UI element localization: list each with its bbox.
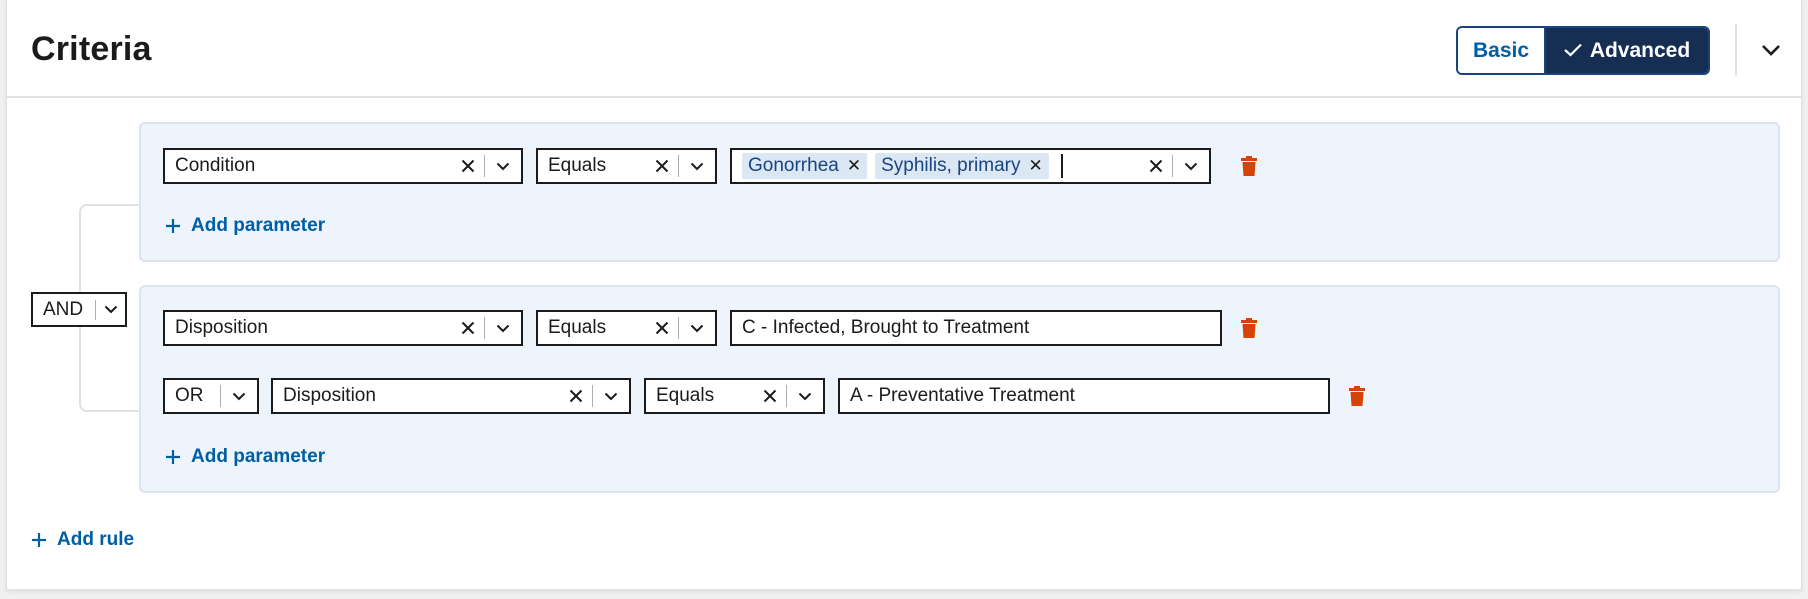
root-operator-select[interactable]: AND: [31, 292, 127, 327]
selected-values: Gonorrhea ✕ Syphilis, primary ✕: [732, 153, 1140, 179]
header-divider: [1735, 24, 1737, 76]
field-select-value: Disposition: [283, 385, 376, 406]
delete-row-button[interactable]: [1241, 156, 1263, 180]
value-input-text: C - Infected, Brought to Treatment: [742, 317, 1030, 338]
chevron-down-icon[interactable]: [679, 324, 715, 333]
field-select-value: Disposition: [175, 317, 268, 338]
trash-icon: [1349, 386, 1365, 406]
advanced-mode-label: Advanced: [1589, 38, 1691, 62]
mode-toggle: Basic Advanced: [1456, 26, 1710, 75]
close-icon[interactable]: [646, 159, 678, 173]
add-rule-button[interactable]: Add rule: [31, 529, 134, 551]
connector-select-value: OR: [175, 385, 204, 406]
operator-select[interactable]: Equals: [536, 310, 717, 346]
delete-row-button[interactable]: [1241, 318, 1263, 342]
value-chip-label: Gonorrhea: [748, 155, 839, 176]
chevron-down-icon[interactable]: [221, 392, 257, 401]
field-select[interactable]: Condition: [163, 148, 523, 184]
value-chip: Gonorrhea ✕: [742, 153, 868, 179]
value-chip-label: Syphilis, primary: [881, 155, 1021, 176]
add-parameter-label: Add parameter: [191, 215, 326, 236]
operator-select[interactable]: Equals: [536, 148, 717, 184]
close-icon[interactable]: [1140, 159, 1172, 173]
collapse-button[interactable]: [1757, 36, 1785, 64]
value-input[interactable]: C - Infected, Brought to Treatment: [730, 310, 1222, 346]
connector-select[interactable]: OR: [163, 378, 259, 414]
value-input[interactable]: A - Preventative Treatment: [838, 378, 1330, 414]
close-icon[interactable]: [754, 389, 786, 403]
operator-select-value: Equals: [548, 317, 607, 338]
close-icon[interactable]: [452, 321, 484, 335]
operator-select[interactable]: Equals: [644, 378, 825, 414]
plus-icon: [166, 450, 180, 464]
rule-group-2: Disposition Equals C - Infected, Brought…: [139, 285, 1780, 493]
rule-group-1: Condition Equals Gonorrhea ✕ Syphilis, p…: [139, 122, 1780, 262]
check-icon: [1564, 39, 1582, 63]
basic-mode-label: Basic: [1472, 38, 1530, 62]
page-title: Criteria: [31, 30, 152, 68]
chevron-down-icon[interactable]: [1173, 162, 1209, 171]
add-rule-label: Add rule: [57, 529, 135, 550]
remove-chip-icon[interactable]: ✕: [847, 156, 861, 176]
field-select[interactable]: Disposition: [163, 310, 523, 346]
basic-mode-button[interactable]: Basic: [1458, 28, 1546, 73]
add-parameter-button[interactable]: Add parameter: [165, 446, 325, 468]
delete-row-button[interactable]: [1349, 386, 1371, 410]
value-multiselect[interactable]: Gonorrhea ✕ Syphilis, primary ✕: [730, 148, 1211, 184]
add-parameter-label: Add parameter: [191, 446, 326, 467]
criteria-card: Criteria Basic Advanced AND Condition Eq…: [6, 0, 1802, 590]
chevron-down-icon[interactable]: [96, 305, 125, 314]
close-icon[interactable]: [452, 159, 484, 173]
operator-select-value: Equals: [548, 155, 607, 176]
value-chip: Syphilis, primary ✕: [875, 153, 1049, 179]
text-cursor[interactable]: [1060, 154, 1063, 178]
criteria-header: Criteria Basic Advanced: [7, 0, 1801, 98]
root-operator-value: AND: [43, 298, 84, 320]
chevron-down-icon[interactable]: [485, 162, 521, 171]
remove-chip-icon[interactable]: ✕: [1028, 156, 1042, 176]
field-select[interactable]: Disposition: [271, 378, 631, 414]
close-icon[interactable]: [560, 389, 592, 403]
value-input-text: A - Preventative Treatment: [850, 385, 1075, 406]
chevron-down-icon[interactable]: [679, 162, 715, 171]
close-icon[interactable]: [646, 321, 678, 335]
field-select-value: Condition: [175, 155, 256, 176]
trash-icon: [1241, 318, 1257, 338]
add-parameter-button[interactable]: Add parameter: [165, 215, 325, 237]
trash-icon: [1241, 156, 1257, 176]
plus-icon: [32, 533, 46, 547]
chevron-down-icon[interactable]: [787, 392, 823, 401]
advanced-mode-button[interactable]: Advanced: [1546, 28, 1708, 73]
operator-select-value: Equals: [656, 385, 715, 406]
chevron-down-icon[interactable]: [593, 392, 629, 401]
chevron-down-icon[interactable]: [485, 324, 521, 333]
plus-icon: [166, 219, 180, 233]
chevron-down-icon: [1762, 45, 1780, 56]
